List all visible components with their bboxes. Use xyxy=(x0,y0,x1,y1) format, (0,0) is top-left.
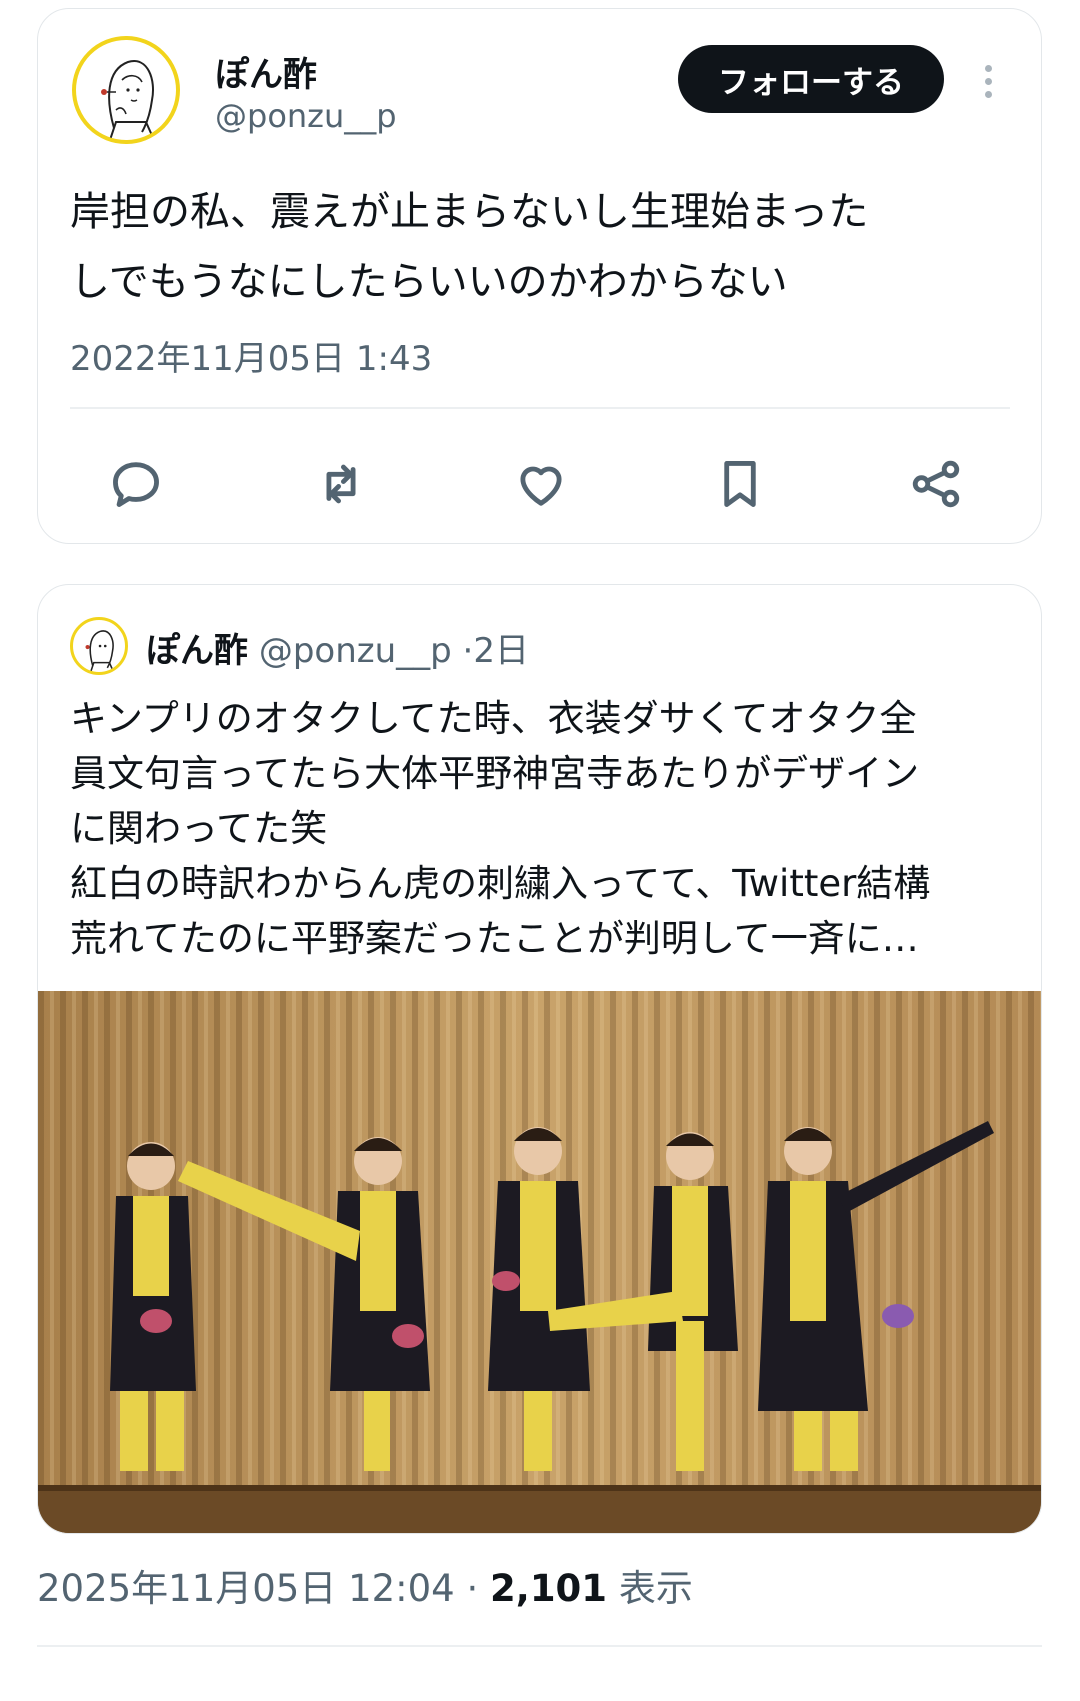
reply-icon[interactable] xyxy=(101,449,171,519)
separator: · xyxy=(462,631,474,671)
avatar xyxy=(70,617,128,675)
action-bar xyxy=(38,449,1043,519)
avatar-illustration-icon xyxy=(101,60,155,140)
avatar-illustration-icon xyxy=(85,630,115,672)
more-options-icon[interactable] xyxy=(982,65,994,105)
tweet-text: 岸担の私、震えが止まらないし生理始まった しでもうなにしたらいいのかわからない xyxy=(70,189,869,305)
post-timestamp[interactable]: 2025年11月05日 12:04 xyxy=(37,1567,455,1610)
group-photo[interactable] xyxy=(38,991,1042,1534)
share-icon[interactable] xyxy=(901,449,971,519)
follow-button[interactable]: フォローする xyxy=(678,45,944,113)
post-meta: 2025年11月05日 12:04 · 2,101 表示 xyxy=(37,1558,693,1612)
divider xyxy=(70,407,1010,409)
like-icon[interactable] xyxy=(506,449,576,519)
divider xyxy=(37,1645,1042,1647)
user-handle: @ponzu__p xyxy=(258,631,452,671)
views-label: 表示 xyxy=(618,1567,693,1610)
retweet-icon[interactable] xyxy=(306,449,376,519)
display-name: ぽん酢 xyxy=(146,631,248,671)
tweet-timestamp[interactable]: 2022年11月05日 1:43 xyxy=(70,331,432,380)
quoted-tweet-header: ぽん酢 @ponzu__p ·2日 xyxy=(146,623,529,672)
tweet-age: 2日 xyxy=(473,631,529,671)
bookmark-icon[interactable] xyxy=(705,449,775,519)
user-handle[interactable]: @ponzu__p xyxy=(215,97,397,135)
display-name[interactable]: ぽん酢 xyxy=(215,47,317,96)
quoted-tweet-card[interactable]: ぽん酢 @ponzu__p ·2日 キンプリのオタクしてた時、衣装ダサくてオタク… xyxy=(37,584,1042,1534)
avatar[interactable] xyxy=(72,36,180,144)
separator: · xyxy=(466,1567,479,1610)
main-tweet-card: ぽん酢 @ponzu__p フォローする 岸担の私、震えが止まらないし生理始まっ… xyxy=(37,8,1042,544)
views-count: 2,101 xyxy=(490,1567,608,1610)
quoted-tweet-text: キンプリのオタクしてた時、衣装ダサくてオタク全 員文句言ってたら大体平野神宮寺あ… xyxy=(70,697,931,960)
